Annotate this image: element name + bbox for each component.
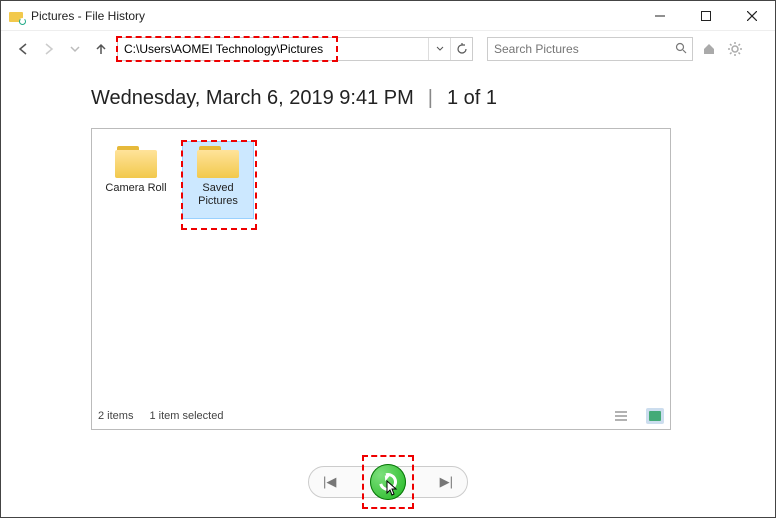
- app-icon: [9, 8, 25, 24]
- search-input[interactable]: [488, 42, 670, 56]
- playback-controls: |◀ ▶|: [304, 461, 472, 503]
- home-icon[interactable]: [699, 39, 719, 59]
- forward-button[interactable]: [39, 39, 59, 59]
- close-button[interactable]: [729, 1, 775, 31]
- folder-item-saved-pictures[interactable]: Saved Pictures: [182, 141, 254, 219]
- address-bar[interactable]: [117, 37, 473, 61]
- folder-icon: [197, 146, 239, 178]
- view-icons-icon[interactable]: [646, 408, 664, 424]
- back-button[interactable]: [13, 39, 33, 59]
- next-version-button[interactable]: ▶|: [440, 474, 453, 490]
- maximize-button[interactable]: [683, 1, 729, 31]
- search-box[interactable]: [487, 37, 693, 61]
- recent-dropdown[interactable]: [65, 39, 85, 59]
- status-bar: 2 items 1 item selected: [98, 405, 664, 427]
- snapshot-count: 1 of 1: [447, 87, 497, 110]
- titlebar: Pictures - File History: [1, 1, 775, 31]
- prev-version-button[interactable]: |◀: [323, 474, 336, 490]
- view-details-icon[interactable]: [612, 408, 630, 424]
- folder-item-camera-roll[interactable]: Camera Roll: [100, 141, 172, 219]
- folder-label: Saved Pictures: [185, 182, 251, 208]
- folder-label: Camera Roll: [105, 182, 166, 195]
- up-button[interactable]: [91, 39, 111, 59]
- folder-icon: [115, 146, 157, 178]
- refresh-button[interactable]: [450, 38, 472, 60]
- address-dropdown[interactable]: [428, 38, 450, 60]
- date-header: Wednesday, March 6, 2019 9:41 PM | 1 of …: [91, 87, 727, 110]
- snapshot-date: Wednesday, March 6, 2019 9:41 PM: [91, 87, 414, 110]
- status-selected: 1 item selected: [149, 410, 223, 422]
- folder-panel: Camera Roll Saved Pictures 2 items 1 ite…: [91, 128, 671, 430]
- restore-button[interactable]: [370, 464, 406, 500]
- minimize-button[interactable]: [637, 1, 683, 31]
- header-separator: |: [428, 87, 433, 110]
- folder-list: Camera Roll Saved Pictures: [92, 129, 670, 231]
- restore-icon: [376, 470, 401, 495]
- status-items: 2 items: [98, 410, 133, 422]
- content-area: Wednesday, March 6, 2019 9:41 PM | 1 of …: [1, 67, 775, 430]
- window-title: Pictures - File History: [31, 9, 145, 23]
- gear-icon[interactable]: [725, 39, 745, 59]
- search-icon: [670, 42, 692, 57]
- navbar: [1, 31, 775, 67]
- address-input[interactable]: [118, 38, 428, 60]
